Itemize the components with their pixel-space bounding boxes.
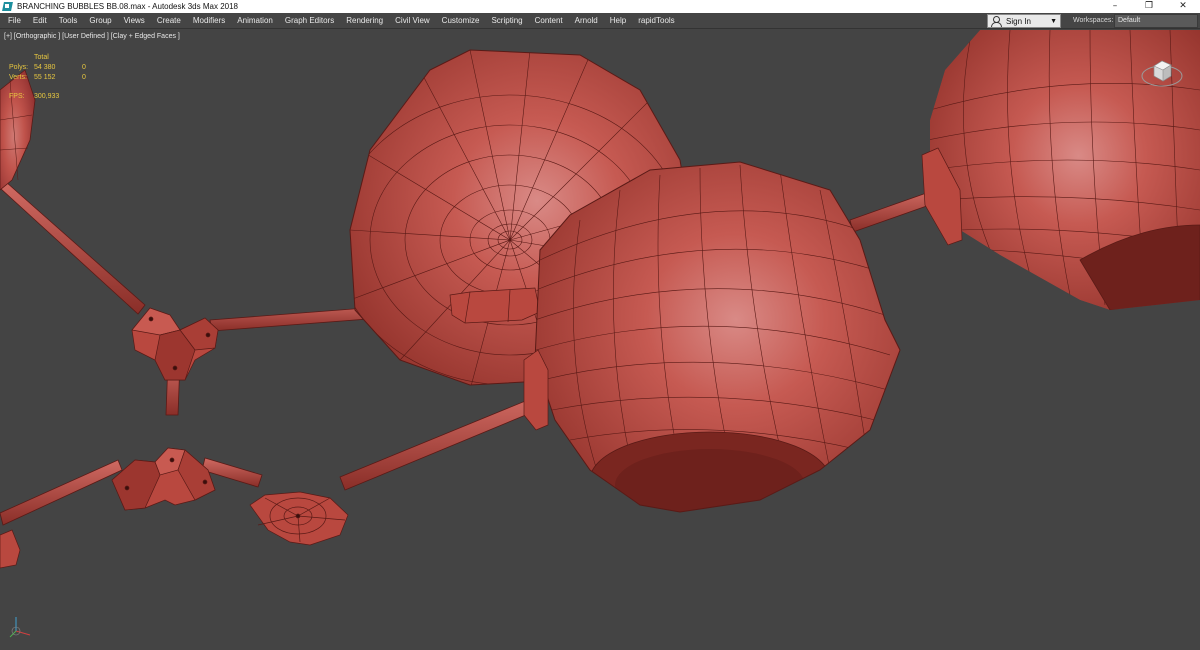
sign-in-dropdown[interactable]: Sign In ▼ [987,14,1061,28]
close-button[interactable]: ✕ [1166,0,1200,13]
menu-customize[interactable]: Customize [436,13,486,29]
stats-row-polys: Polys: 54 380 0 [9,63,92,73]
stats-verts-value: 55 152 [34,74,56,81]
rod-cap-lower-left [0,529,21,569]
title-bar: BRANCHING BUBBLES BB.08.max - Autodesk 3… [0,0,1200,13]
stats-row-fps: FPS: 300,933 [9,92,92,102]
viewcube-icon[interactable] [1140,52,1186,92]
stats-fps-value: 300,933 [34,93,60,100]
menu-arnold[interactable]: Arnold [569,13,604,29]
stats-fps-label: FPS: [9,93,25,100]
workspaces-select[interactable]: Default [1114,14,1198,28]
axis-tripod-icon [9,617,31,638]
junction-upper [131,307,219,381]
menu-graph-editors[interactable]: Graph Editors [279,13,340,29]
menu-modifiers[interactable]: Modifiers [187,13,231,29]
stats-polys-selected: 0 [82,64,86,71]
menu-rendering[interactable]: Rendering [340,13,389,29]
rod-cap-back [449,287,541,324]
restore-button[interactable]: ❐ [1132,0,1166,13]
stats-verts-label: Verts: [9,74,27,81]
menu-file[interactable]: File [0,13,27,29]
3ds-max-app-icon[interactable] [2,1,13,12]
menu-help[interactable]: Help [604,13,632,29]
menu-animation[interactable]: Animation [231,13,279,29]
menu-edit[interactable]: Edit [27,13,53,29]
stats-polys-label: Polys: [9,64,29,71]
stats-header: Total [34,54,49,61]
orthographic-viewport[interactable]: [+] [Orthographic ] [User Defined ] [Cla… [0,30,1200,650]
viewport-label[interactable]: [+] [Orthographic ] [User Defined ] [Cla… [4,33,180,40]
menu-civil-view[interactable]: Civil View [389,13,436,29]
menu-group[interactable]: Group [83,13,117,29]
menu-scripting[interactable]: Scripting [485,13,528,29]
menu-bar: File Edit Tools Group Views Create Modif… [0,13,1200,29]
stats-row-verts: Verts: 55 152 0 [9,73,92,83]
stats-verts-selected: 0 [82,74,86,81]
sign-in-label: Sign In [1006,16,1031,26]
stats-polys-value: 54 380 [34,64,56,71]
window-controls: – ❐ ✕ [1098,0,1200,13]
menu-rapidtools[interactable]: rapidTools [632,13,680,29]
viewport-scene[interactable] [0,30,1200,650]
minimize-button[interactable]: – [1098,0,1132,13]
menu-create[interactable]: Create [151,13,187,29]
chevron-down-icon: ▼ [1050,17,1057,25]
workspaces-label: Workspaces: [1073,17,1114,24]
junction-lower [111,447,216,511]
menu-views[interactable]: Views [118,13,151,29]
window-title: BRANCHING BUBBLES BB.08.max - Autodesk 3… [17,2,238,11]
user-icon [991,15,1002,27]
menu-content[interactable]: Content [529,13,569,29]
menu-tools[interactable]: Tools [53,13,84,29]
statistics-overlay: Total Polys: 54 380 0 Verts: 55 152 0 FP… [9,53,92,102]
bubble-front [535,162,900,512]
junction-end [249,491,349,546]
